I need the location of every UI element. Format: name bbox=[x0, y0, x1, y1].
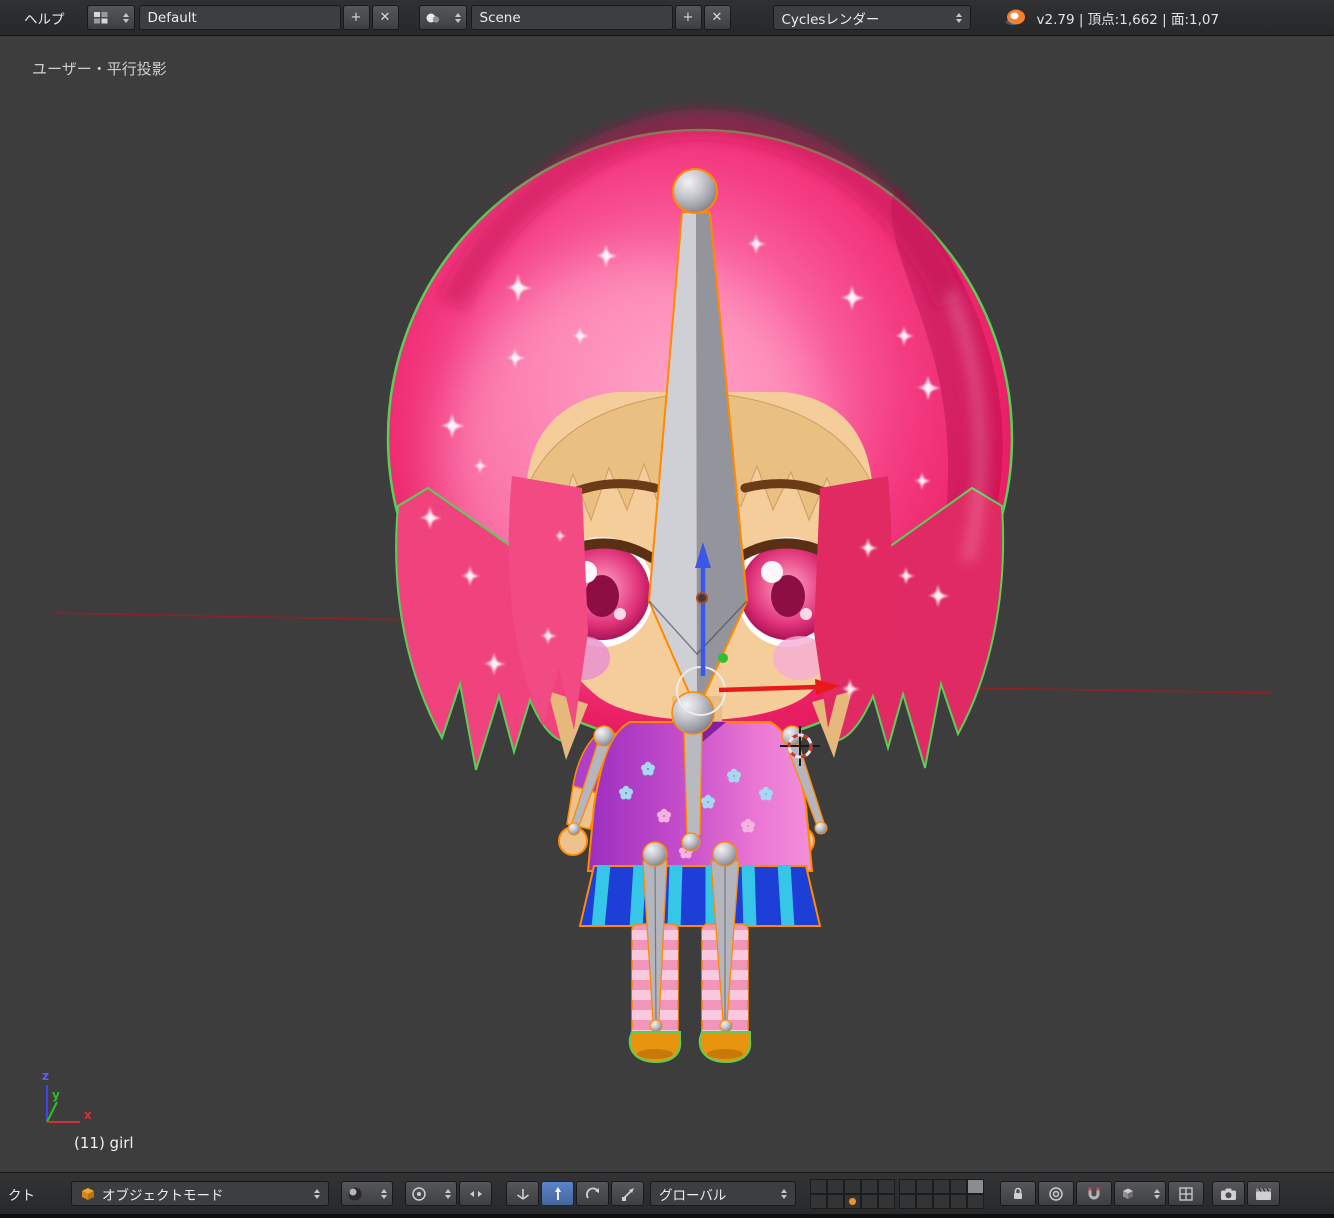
blender-logo-icon bbox=[1004, 9, 1025, 25]
clapperboard-icon bbox=[1256, 1187, 1271, 1200]
delete-layout-button[interactable]: ✕ bbox=[371, 5, 399, 30]
object-origin-dot bbox=[696, 592, 708, 604]
viewport-canvas[interactable] bbox=[0, 36, 1334, 1173]
view-mode-label: ユーザー・平行投影 bbox=[32, 60, 167, 78]
layer-toggle[interactable] bbox=[950, 1178, 967, 1194]
layer-toggle[interactable] bbox=[899, 1193, 916, 1209]
lock-to-scene-button[interactable] bbox=[1000, 1181, 1036, 1206]
gizmo-x-label: x bbox=[84, 1108, 92, 1122]
delete-scene-button[interactable]: ✕ bbox=[703, 5, 731, 30]
rotate-arc-icon bbox=[585, 1187, 599, 1199]
green-marker-dot bbox=[718, 653, 728, 663]
layer-toggle[interactable] bbox=[916, 1178, 933, 1194]
dropdown-arrows-icon bbox=[1146, 1188, 1160, 1199]
snap-element-selector[interactable] bbox=[1114, 1181, 1166, 1206]
dropdown-arrows-icon bbox=[115, 12, 129, 23]
dropdown-arrows-icon bbox=[437, 1188, 451, 1199]
layer-toggle-pressed[interactable] bbox=[967, 1178, 984, 1194]
pivot-point-selector[interactable] bbox=[405, 1181, 457, 1206]
layer-buttons-group-2 bbox=[899, 1178, 984, 1209]
render-engine-name: Cyclesレンダー bbox=[781, 11, 880, 28]
screen-layout-selector[interactable]: Default bbox=[138, 5, 341, 30]
layer-toggle[interactable] bbox=[810, 1178, 827, 1194]
editor-type-button[interactable] bbox=[86, 5, 135, 30]
opengl-render-anim-button[interactable] bbox=[1247, 1181, 1280, 1206]
active-object-label: (11) girl bbox=[74, 1134, 134, 1152]
axis-tripod-icon bbox=[516, 1188, 529, 1200]
dropdown-arrows-icon bbox=[373, 1188, 387, 1199]
scene-selector[interactable]: Scene bbox=[470, 5, 673, 30]
grid-target-icon bbox=[1179, 1186, 1193, 1201]
transform-orientation-selector[interactable]: グローバル bbox=[650, 1181, 796, 1206]
screen-layout-name: Default bbox=[147, 9, 197, 26]
add-layout-button[interactable]: + bbox=[342, 5, 370, 30]
shading-sphere-icon bbox=[348, 1187, 362, 1200]
orientation-name: グローバル bbox=[659, 1187, 727, 1204]
magnet-icon bbox=[1088, 1187, 1100, 1199]
snap-toggle-button[interactable] bbox=[1076, 1181, 1112, 1206]
align-arrows-icon bbox=[469, 1190, 482, 1197]
scale-arrow-icon bbox=[621, 1187, 634, 1201]
layer-toggle[interactable] bbox=[950, 1193, 967, 1209]
pivot-point-icon bbox=[412, 1186, 426, 1201]
proportional-editing-button[interactable] bbox=[1038, 1181, 1074, 1206]
render-engine-selector[interactable]: Cyclesレンダー bbox=[772, 5, 971, 30]
window-bottom-edge bbox=[0, 1214, 1334, 1218]
editor-layout-icon bbox=[93, 11, 107, 23]
layer-toggle[interactable] bbox=[967, 1193, 984, 1209]
pivot-align-toggle[interactable] bbox=[459, 1181, 492, 1206]
layer-toggle[interactable] bbox=[899, 1178, 916, 1194]
viewport-3d[interactable]: ユーザー・平行投影 (11) girl z y x bbox=[0, 36, 1334, 1173]
layer-toggle[interactable] bbox=[878, 1178, 895, 1194]
scene-icon bbox=[426, 13, 439, 23]
proportional-circle-icon bbox=[1049, 1186, 1063, 1201]
layer-toggle[interactable] bbox=[810, 1193, 827, 1209]
translate-arrow-icon bbox=[554, 1186, 561, 1200]
top-header-bar: ヘルプ Default + ✕ Scene + ✕ Cyclesレンダー v2.… bbox=[0, 0, 1334, 36]
lock-icon bbox=[1014, 1187, 1022, 1199]
layer-toggle-active[interactable] bbox=[844, 1193, 861, 1209]
layer-toggle[interactable] bbox=[861, 1178, 878, 1194]
scale-manipulator-button[interactable] bbox=[611, 1181, 644, 1206]
layer-toggle[interactable] bbox=[933, 1178, 950, 1194]
add-scene-button[interactable]: + bbox=[674, 5, 702, 30]
dropdown-arrows-icon bbox=[773, 1188, 787, 1199]
gizmo-y-label: y bbox=[52, 1088, 60, 1102]
layer-toggle[interactable] bbox=[861, 1193, 878, 1209]
layer-toggle[interactable] bbox=[878, 1193, 895, 1209]
layer-toggle[interactable] bbox=[827, 1178, 844, 1194]
dropdown-arrows-icon bbox=[948, 12, 962, 23]
snap-target-button[interactable] bbox=[1168, 1181, 1204, 1206]
gizmo-z-label: z bbox=[42, 1069, 49, 1083]
scene-browse-button[interactable] bbox=[418, 5, 467, 30]
translate-manipulator-button[interactable] bbox=[541, 1181, 574, 1206]
scene-statistics: v2.79 | 頂点:1,662 | 面:1,07 bbox=[1036, 11, 1220, 28]
dropdown-arrows-icon bbox=[447, 12, 461, 23]
rotate-manipulator-button[interactable] bbox=[576, 1181, 609, 1206]
manipulator-x-arrow[interactable] bbox=[718, 684, 817, 693]
manipulator-toggle-button[interactable] bbox=[506, 1181, 539, 1206]
layer-buttons-group-1 bbox=[810, 1178, 895, 1209]
scene-name: Scene bbox=[479, 9, 521, 26]
layer-toggle[interactable] bbox=[933, 1193, 950, 1209]
viewport-header-bar: クト オブジェクトモード グローバル bbox=[0, 1172, 1334, 1214]
layer-toggle[interactable] bbox=[827, 1193, 844, 1209]
mode-name: オブジェクトモード bbox=[102, 1187, 224, 1204]
mode-selector[interactable]: オブジェクトモード bbox=[71, 1181, 329, 1206]
camera-icon bbox=[1221, 1188, 1236, 1200]
viewport-shading-selector[interactable] bbox=[341, 1181, 393, 1206]
layer-toggle[interactable] bbox=[844, 1178, 861, 1194]
clipped-object-menu[interactable]: クト bbox=[0, 1184, 43, 1204]
layer-toggle[interactable] bbox=[916, 1193, 933, 1209]
dropdown-arrows-icon bbox=[306, 1188, 320, 1199]
help-menu[interactable]: ヘルプ bbox=[16, 8, 73, 28]
opengl-render-image-button[interactable] bbox=[1212, 1181, 1245, 1206]
object-mode-cube-icon bbox=[82, 1187, 94, 1200]
snap-element-icon bbox=[1123, 1188, 1133, 1199]
